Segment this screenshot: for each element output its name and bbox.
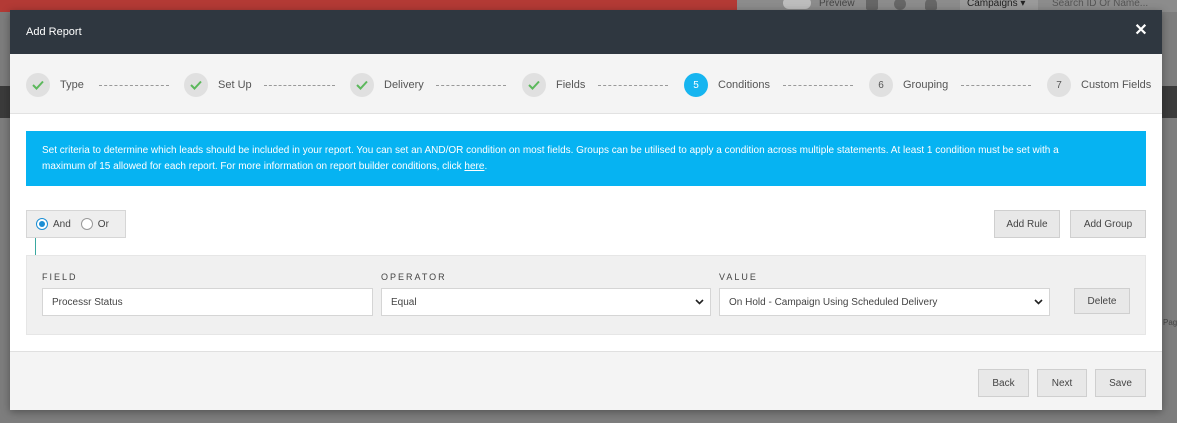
step-fields[interactable]: Fields: [522, 73, 585, 97]
step-conditions[interactable]: 5 Conditions: [684, 73, 770, 97]
operator-select[interactable]: Equal: [381, 288, 711, 316]
preview-toggle: [783, 0, 811, 9]
value-label: VALUE: [719, 272, 758, 282]
step-number: 7: [1047, 73, 1071, 97]
info-text-end: .: [484, 161, 488, 172]
chevron-down-icon: [1034, 297, 1043, 308]
field-label: FIELD: [42, 272, 78, 282]
conditions-content: Set criteria to determine which leads sh…: [10, 114, 1162, 351]
and-radio[interactable]: [36, 218, 48, 230]
step-label: Set Up: [218, 79, 252, 91]
step-type[interactable]: Type: [26, 73, 84, 97]
step-custom-fields[interactable]: 7 Custom Fields: [1047, 73, 1151, 97]
operator-value: Equal: [391, 296, 417, 308]
field-value: Processr Status: [52, 296, 123, 308]
step-label: Delivery: [384, 79, 424, 91]
modal-footer: Back Next Save: [10, 351, 1162, 410]
save-button[interactable]: Save: [1095, 369, 1146, 397]
step-connector: [436, 85, 506, 86]
document-icon: [866, 0, 878, 10]
and-or-toggle: And Or: [26, 210, 126, 238]
preview-label: Preview: [819, 0, 855, 9]
condition-rule: FIELD Processr Status OPERATOR Equal VAL…: [26, 255, 1146, 335]
info-banner: Set criteria to determine which leads sh…: [26, 131, 1146, 186]
step-delivery[interactable]: Delivery: [350, 73, 424, 97]
step-connector: [783, 85, 853, 86]
step-label: Type: [60, 79, 84, 91]
step-connector: [961, 85, 1031, 86]
chevron-down-icon: [695, 297, 704, 308]
step-connector: [598, 85, 668, 86]
value-value: On Hold - Campaign Using Scheduled Deliv…: [729, 296, 938, 308]
operator-label: OPERATOR: [381, 272, 447, 282]
step-set-up[interactable]: Set Up: [184, 73, 252, 97]
bell-icon: [925, 0, 937, 10]
info-link[interactable]: here: [464, 161, 484, 172]
close-icon[interactable]: ✕: [1134, 23, 1148, 39]
add-rule-button[interactable]: Add Rule: [994, 210, 1060, 238]
background-page-fragment: Page: [1163, 318, 1177, 327]
step-connector: [264, 85, 335, 86]
step-label: Fields: [556, 79, 586, 91]
add-group-button[interactable]: Add Group: [1070, 210, 1146, 238]
info-text-line1: Set criteria to determine which leads sh…: [42, 145, 1059, 156]
field-input[interactable]: Processr Status: [42, 288, 373, 316]
delete-rule-button[interactable]: Delete: [1074, 288, 1130, 314]
step-grouping[interactable]: 6 Grouping: [869, 73, 948, 97]
back-button[interactable]: Back: [978, 369, 1029, 397]
step-label: Custom Fields: [1081, 79, 1152, 91]
step-label: Conditions: [718, 79, 770, 91]
step-label: Grouping: [903, 79, 949, 91]
step-connector: [99, 85, 169, 86]
check-icon: [184, 73, 208, 97]
step-number: 5: [684, 73, 708, 97]
check-icon: [522, 73, 546, 97]
info-text-line2: maximum of 15 allowed for each report. F…: [42, 161, 465, 172]
add-report-modal: Add Report ✕ Type Set Up Delivery Fields…: [10, 10, 1162, 410]
modal-header: Add Report ✕: [10, 10, 1162, 54]
step-number: 6: [869, 73, 893, 97]
wizard-steps: Type Set Up Delivery Fields 5 Conditions…: [10, 54, 1162, 114]
check-icon: [350, 73, 374, 97]
value-select[interactable]: On Hold - Campaign Using Scheduled Deliv…: [719, 288, 1050, 316]
or-radio[interactable]: [80, 218, 93, 230]
check-icon: [26, 73, 50, 97]
next-button[interactable]: Next: [1037, 369, 1087, 397]
or-label: Or: [97, 218, 109, 230]
and-label: And: [53, 218, 71, 230]
modal-title: Add Report: [26, 26, 82, 38]
